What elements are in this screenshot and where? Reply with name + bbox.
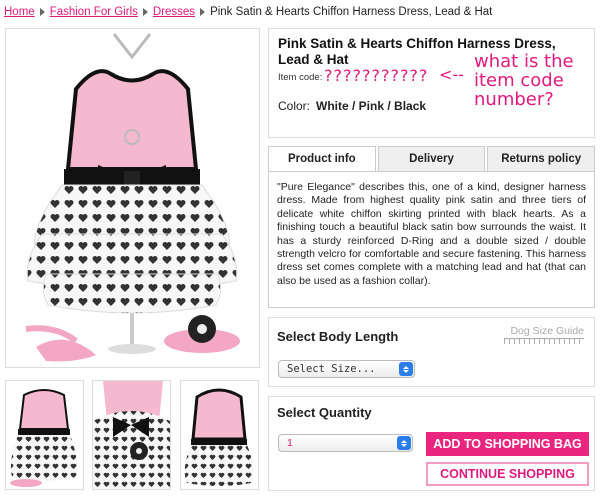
size-guide-link[interactable]: Dog Size Guide: [510, 325, 584, 337]
continue-shopping-button[interactable]: CONTINUE SHOPPING: [426, 462, 589, 486]
size-select-value: Select Size...: [287, 363, 376, 375]
tab-returns-policy[interactable]: Returns policy: [487, 146, 596, 172]
product-info-panel: "Pure Elegance" describes this, one of a…: [268, 171, 595, 308]
breadcrumb-category-link[interactable]: Fashion For Girls: [50, 6, 138, 18]
tab-product-info[interactable]: Product info: [268, 146, 376, 172]
breadcrumb-subcategory-link[interactable]: Dresses: [153, 6, 195, 18]
quantity-select[interactable]: 1: [278, 434, 413, 452]
color-label: Color:: [278, 99, 311, 113]
size-title: Select Body Length: [277, 329, 399, 344]
breadcrumb: Home Fashion For Girls Dresses Pink Sati…: [4, 6, 492, 18]
product-main-image[interactable]: [5, 28, 260, 368]
annotation-arrow: <--: [439, 65, 464, 84]
quantity-select-value: 1: [287, 437, 293, 449]
product-tabs: Product info Delivery Returns policy: [268, 146, 596, 172]
product-header: Pink Satin & Hearts Chiffon Harness Dres…: [268, 28, 595, 138]
item-code-value: ???????????: [324, 66, 429, 85]
select-arrows-icon: [399, 362, 413, 376]
color-value: White / Pink / Black: [316, 99, 427, 113]
quantity-selection: Select Quantity 1 ADD TO SHOPPING BAG CO…: [268, 396, 595, 491]
size-select[interactable]: Select Size...: [278, 360, 415, 378]
chevron-right-icon: [142, 8, 148, 16]
chevron-right-icon: [39, 8, 45, 16]
product-thumbnail[interactable]: [92, 380, 171, 490]
product-description: "Pure Elegance" describes this, one of a…: [277, 181, 586, 287]
quantity-title: Select Quantity: [277, 405, 372, 420]
breadcrumb-current: Pink Satin & Hearts Chiffon Harness Dres…: [210, 6, 493, 18]
select-arrows-icon: [397, 436, 411, 450]
tab-delivery[interactable]: Delivery: [377, 146, 486, 172]
color-info: Color: White / Pink / Black: [278, 99, 426, 113]
thumbnail-image: [10, 389, 78, 487]
product-thumbnail[interactable]: [5, 380, 84, 490]
product-thumbnail[interactable]: [180, 380, 259, 490]
thumbnail-image: [184, 388, 254, 486]
size-selection: Select Body Length Dog Size Guide Select…: [268, 317, 595, 387]
item-code-label: Item code:: [278, 72, 323, 83]
dress-illustration: [25, 33, 240, 362]
ruler-icon: [504, 338, 584, 344]
chevron-right-icon: [200, 8, 206, 16]
annotation-text: what is the item code number?: [474, 51, 574, 110]
breadcrumb-home-link[interactable]: Home: [4, 6, 35, 18]
add-to-bag-button[interactable]: ADD TO SHOPPING BAG: [426, 432, 589, 456]
thumbnail-image: [93, 381, 170, 489]
